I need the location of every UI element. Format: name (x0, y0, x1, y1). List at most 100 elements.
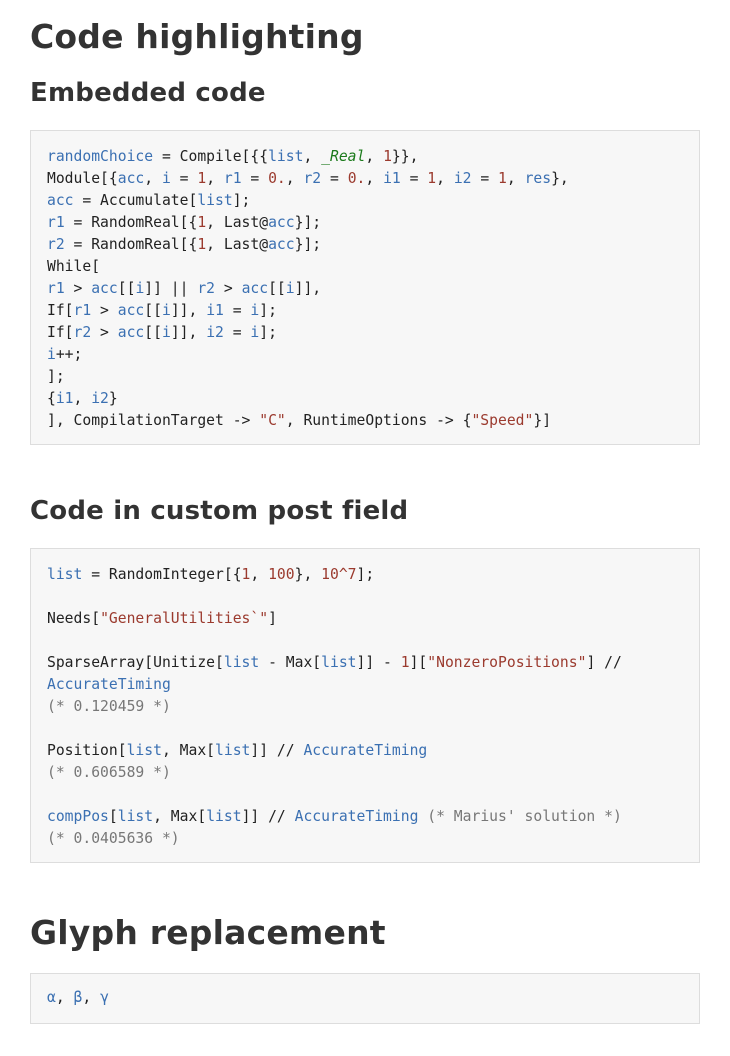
code-text: ]], (170, 324, 207, 341)
code-text: ]] // (250, 742, 304, 759)
code-line: α, β, γ (47, 987, 683, 1009)
code-string: "Speed" (471, 412, 534, 429)
code-text: SparseArray[Unitize[ (47, 654, 224, 671)
code-symbol: list (321, 654, 357, 671)
code-line: If[r2 > acc[[i]], i2 = i]; (47, 322, 683, 344)
code-line: Position[list, Max[list]] // AccurateTim… (47, 740, 683, 762)
code-text: ]; (356, 566, 375, 583)
code-comment: (* 0.120459 *) (47, 698, 171, 715)
code-text: ]; (47, 368, 65, 385)
code-text: , (206, 170, 224, 187)
glyph-code-block[interactable]: α, β, γ (30, 973, 700, 1024)
code-symbol: acc (117, 324, 145, 341)
code-string: "C" (259, 412, 286, 429)
code-line: list = RandomInteger[{1, 100}, 10^7]; (47, 564, 683, 586)
code-symbol: i (161, 324, 171, 341)
code-line: AccurateTiming (47, 674, 683, 696)
code-symbol: list (268, 148, 304, 165)
embedded-code-block[interactable]: randomChoice = Compile[{{list, _Real, 1}… (30, 130, 700, 445)
code-string: "GeneralUtilities`" (100, 610, 269, 627)
glyph-replacement-heading: Glyph replacement (30, 913, 386, 952)
embedded-code-heading: Embedded code (30, 78, 266, 108)
code-number: 0. (268, 170, 286, 187)
code-text: , (55, 989, 74, 1006)
code-symbol: list (47, 566, 83, 583)
code-text: , (506, 170, 525, 187)
code-symbol: i2 (206, 324, 224, 341)
code-number: 10^7 (321, 566, 357, 583)
code-line: Needs["GeneralUtilities`"] (47, 608, 683, 630)
code-text: > (215, 280, 242, 297)
code-text: , (365, 148, 384, 165)
code-text: ][ (409, 654, 428, 671)
code-text: = (321, 170, 348, 187)
code-text: = Compile[{{ (153, 148, 269, 165)
code-number: 1 (197, 214, 207, 231)
code-text: = (471, 170, 499, 187)
code-string: "NonzeroPositions" (427, 654, 587, 671)
code-text: ] // (586, 654, 622, 671)
code-text: - Max[ (259, 654, 322, 671)
code-text: ]; (259, 302, 277, 319)
code-symbol: list (117, 808, 154, 825)
code-line: r1 = RandomReal[{1, Last@acc}]; (47, 212, 683, 234)
code-symbol: α (47, 989, 56, 1006)
code-text: ]; (232, 192, 251, 209)
custom-field-code-block[interactable]: list = RandomInteger[{1, 100}, 10^7]; Nee… (30, 548, 700, 863)
code-text: ] (268, 610, 277, 627)
code-text: = RandomReal[{ (64, 214, 198, 231)
code-symbol: i (250, 324, 260, 341)
code-text: , Last@ (206, 236, 269, 253)
code-symbol: r2 (73, 324, 92, 341)
code-text: , (82, 989, 101, 1006)
code-line: r2 = RandomReal[{1, Last@acc}]; (47, 234, 683, 256)
code-symbol: i2 (91, 390, 109, 407)
code-text: ]] // (241, 808, 295, 825)
code-symbol: i1 (206, 302, 224, 319)
code-symbol: r2 (47, 236, 65, 253)
code-text: ]] || (144, 280, 198, 297)
code-number: 1 (197, 236, 207, 253)
code-line: SparseArray[Unitize[list - Max[list]] - … (47, 652, 683, 674)
code-text: , (436, 170, 454, 187)
code-symbol: acc (268, 214, 295, 231)
code-symbol: acc (268, 236, 295, 253)
code-text: = RandomReal[{ (64, 236, 198, 253)
code-symbol: acc (91, 280, 118, 297)
code-text: }]; (294, 214, 322, 231)
code-line: While[ (47, 256, 683, 278)
code-symbol: acc (241, 280, 269, 297)
code-line: ]; (47, 366, 683, 388)
code-text: = (223, 302, 251, 319)
code-symbol: i2 (453, 170, 472, 187)
code-number: 100 (268, 566, 295, 583)
code-text: Needs[ (47, 610, 101, 627)
code-symbol: r2 (197, 280, 216, 297)
code-text: = Accumulate[ (73, 192, 198, 209)
code-comment: (* Marius' solution *) (427, 808, 622, 825)
code-text: = (241, 170, 269, 187)
code-text: = (223, 324, 251, 341)
code-text: , RuntimeOptions -> { (285, 412, 472, 429)
code-text: , (365, 170, 384, 187)
code-symbol: r1 (47, 280, 65, 297)
code-line: {i1, i2} (47, 388, 683, 410)
code-pattern: _Real (321, 148, 366, 165)
code-symbol: i (161, 302, 171, 319)
code-text: }, (551, 170, 569, 187)
code-text: If[ (47, 302, 74, 319)
code-symbol: list (197, 192, 233, 209)
code-text: ]], (170, 302, 207, 319)
code-text: [[ (117, 280, 136, 297)
code-text: , (303, 148, 322, 165)
code-symbol: acc (47, 192, 74, 209)
code-symbol: acc (117, 302, 145, 319)
code-text: } (108, 390, 118, 407)
code-text: Module[{ (47, 170, 118, 187)
code-text: ]; (259, 324, 277, 341)
code-symbol: randomChoice (47, 148, 154, 165)
code-text: If[ (47, 324, 74, 341)
